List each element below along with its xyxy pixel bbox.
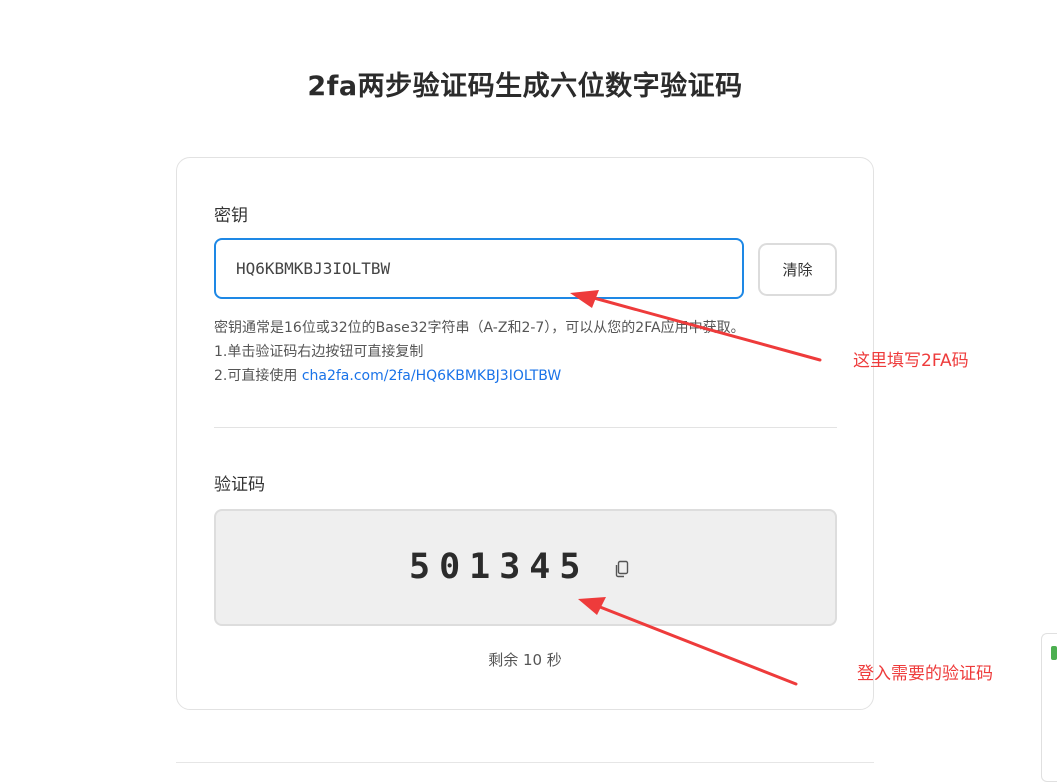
side-widget-icon [1051, 646, 1057, 660]
bottom-divider [176, 762, 874, 763]
otp-code[interactable]: 501345 [409, 547, 589, 587]
countdown-text: 剩余 10 秒 [488, 651, 562, 669]
side-widget-tab[interactable] [1041, 633, 1057, 782]
code-label: 验证码 [214, 475, 265, 495]
secret-help: 密钥通常是16位或32位的Base32字符串（A-Z和2-7），可以从您的2FA… [214, 316, 745, 388]
help-line-1: 密钥通常是16位或32位的Base32字符串（A-Z和2-7），可以从您的2FA… [214, 320, 745, 336]
help-line-2: 1.单击验证码右边按钮可直接复制 [214, 344, 424, 360]
annotation-secret: 这里填写2FA码 [853, 351, 969, 371]
copy-icon[interactable] [614, 560, 630, 578]
help-line-3-prefix: 2.可直接使用 [214, 368, 302, 384]
clear-button[interactable]: 清除 [758, 243, 837, 296]
direct-link[interactable]: cha2fa.com/2fa/HQ6KBMKBJ3IOLTBW [302, 368, 561, 384]
section-divider [214, 427, 837, 428]
totp-card: 密钥 清除 密钥通常是16位或32位的Base32字符串（A-Z和2-7），可以… [176, 157, 874, 710]
page: 2fa两步验证码生成六位数字验证码 密钥 清除 密钥通常是16位或32位的Bas… [0, 0, 1057, 782]
page-title: 2fa两步验证码生成六位数字验证码 [307, 71, 743, 102]
code-display[interactable]: 501345 [214, 509, 837, 626]
annotation-code: 登入需要的验证码 [857, 664, 993, 684]
help-line-3: 2.可直接使用 cha2fa.com/2fa/HQ6KBMKBJ3IOLTBW [214, 364, 745, 388]
secret-input[interactable] [214, 238, 744, 299]
secret-label: 密钥 [214, 206, 248, 226]
